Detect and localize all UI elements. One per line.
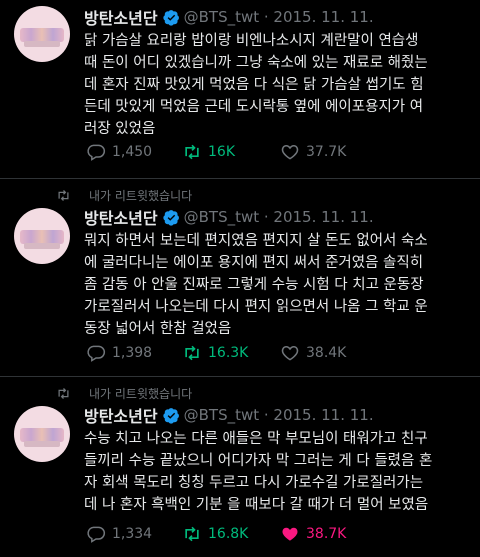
tweet-line: 동장 넓어서 한참 걸었음 [84, 321, 232, 337]
retweet-button[interactable]: 16.8K [182, 524, 280, 544]
display-name[interactable]: 방탄소년단 [84, 403, 158, 427]
handle-and-date: @BTS_twt · 2015. 11. 11. [183, 406, 374, 424]
like-button[interactable]: 37.7K [280, 142, 380, 162]
retweet-small-icon [58, 387, 69, 399]
tweet-line: 때 돈이 어디 있겠습니까 그냥 숙소에 있는 재료로 해줬는 [84, 55, 428, 71]
tweet-divider [0, 178, 480, 179]
like-count: 38.7K [306, 526, 347, 542]
tweet-line: 들끼리 수능 끝났으니 어디가자 막 그러는 게 다 들렸음 혼 [84, 453, 433, 469]
retweet-icon [185, 345, 199, 361]
heart-icon [281, 345, 299, 361]
avatar[interactable] [14, 6, 70, 62]
tweet-line: 수능 치고 나오는 다른 애들은 막 부모님이 태워가고 친구 [84, 431, 428, 447]
reply-count: 1,334 [112, 526, 153, 542]
tweet-actions: 1,334 16.8K 38.7K [86, 523, 380, 545]
verified-badge-icon [162, 407, 179, 424]
tweet-actions: 1,398 16.3K 38.4K [86, 342, 380, 364]
reply-button[interactable]: 1,334 [86, 524, 182, 544]
retweet-button[interactable]: 16K [182, 142, 280, 162]
tweet-line: 닭 가슴살 요리랑 밥이랑 비엔나소시지 계란말이 연습생 [84, 33, 419, 49]
tweet-line: 좀 감동 아 안울 진짜로 그렇게 수능 시험 다 치고 운동장 [84, 277, 424, 293]
avatar[interactable] [14, 208, 70, 264]
retweet-context-label: 내가 리트윗했습니다 [89, 188, 193, 203]
like-button[interactable]: 38.4K [280, 343, 380, 363]
handle-and-date: @BTS_twt · 2015. 11. 11. [183, 8, 374, 26]
tweet-header: 방탄소년단 @BTS_twt · 2015. 11. 11. [84, 404, 374, 426]
retweet-count: 16.8K [208, 526, 249, 542]
tweet-line: 든데 맛있게 먹었음 근데 도시락통 옆에 에이포용지가 여 [84, 99, 424, 115]
tweet-divider [0, 376, 480, 377]
reply-button[interactable]: 1,398 [86, 343, 182, 363]
verified-badge-icon [162, 209, 179, 226]
retweet-icon [185, 526, 199, 542]
tweet-line: 가로질러서 나오는데 다시 편지 읽으면서 나옴 그 학교 운 [84, 299, 428, 315]
retweet-context: 내가 리트윗했습니다 [56, 384, 192, 402]
retweet-context-label: 내가 리트윗했습니다 [89, 386, 193, 401]
retweet-count: 16.3K [208, 345, 249, 361]
heart-filled-icon [282, 527, 298, 541]
verified-badge-icon [162, 9, 179, 26]
display-name[interactable]: 방탄소년단 [84, 205, 158, 229]
tweet-text: 수능 치고 나오는 다른 애들은 막 부모님이 태워가고 친구 들끼리 수능 끝… [84, 428, 464, 516]
like-button[interactable]: 38.7K [280, 524, 380, 544]
retweet-icon [185, 144, 199, 160]
display-name[interactable]: 방탄소년단 [84, 5, 158, 29]
tweet-line: 에 굴러다니는 에이포 용지에 편지 써서 준거였음 솔직히 [84, 255, 424, 271]
reply-icon [87, 144, 106, 161]
retweet-context: 내가 리트윗했습니다 [56, 186, 192, 204]
reply-button[interactable]: 1,450 [86, 142, 182, 162]
tweet-text: 닭 가슴살 요리랑 밥이랑 비엔나소시지 계란말이 연습생 때 돈이 어디 있겠… [84, 30, 464, 140]
tweet-line: 데 혼자 진짜 맛있게 먹었음 다 식은 닭 가슴살 썹기도 힘 [84, 77, 424, 93]
retweet-button[interactable]: 16.3K [182, 343, 280, 363]
tweet-line: 데 나 혼자 흑백인 기분 을 때보다 갈 때가 더 멀어 보였음 [84, 497, 429, 513]
tweet-text: 뭐지 하면서 보는데 편지였음 편지지 살 돈도 없어서 숙소 에 굴러다니는 … [84, 230, 464, 340]
tweet-header: 방탄소년단 @BTS_twt · 2015. 11. 11. [84, 6, 374, 28]
tweet-header: 방탄소년단 @BTS_twt · 2015. 11. 11. [84, 206, 374, 228]
tweet-line: 자 회색 목도리 칭칭 두르고 다시 가로수길 가로질러가는 [84, 475, 424, 491]
tweet-line: 뭐지 하면서 보는데 편지였음 편지지 살 돈도 없어서 숙소 [84, 233, 428, 249]
retweet-count: 16K [208, 144, 235, 160]
like-count: 37.7K [306, 144, 347, 160]
reply-icon [87, 345, 106, 362]
handle-and-date: @BTS_twt · 2015. 11. 11. [183, 208, 374, 226]
reply-count: 1,398 [112, 345, 153, 361]
tweet-line: 러장 있었음 [84, 121, 156, 137]
avatar[interactable] [14, 406, 70, 462]
heart-icon [281, 144, 299, 160]
like-count: 38.4K [306, 345, 347, 361]
tweet-actions: 1,450 16K 37.7K [86, 141, 380, 163]
retweet-small-icon [58, 189, 69, 201]
reply-icon [87, 526, 106, 543]
reply-count: 1,450 [112, 144, 153, 160]
